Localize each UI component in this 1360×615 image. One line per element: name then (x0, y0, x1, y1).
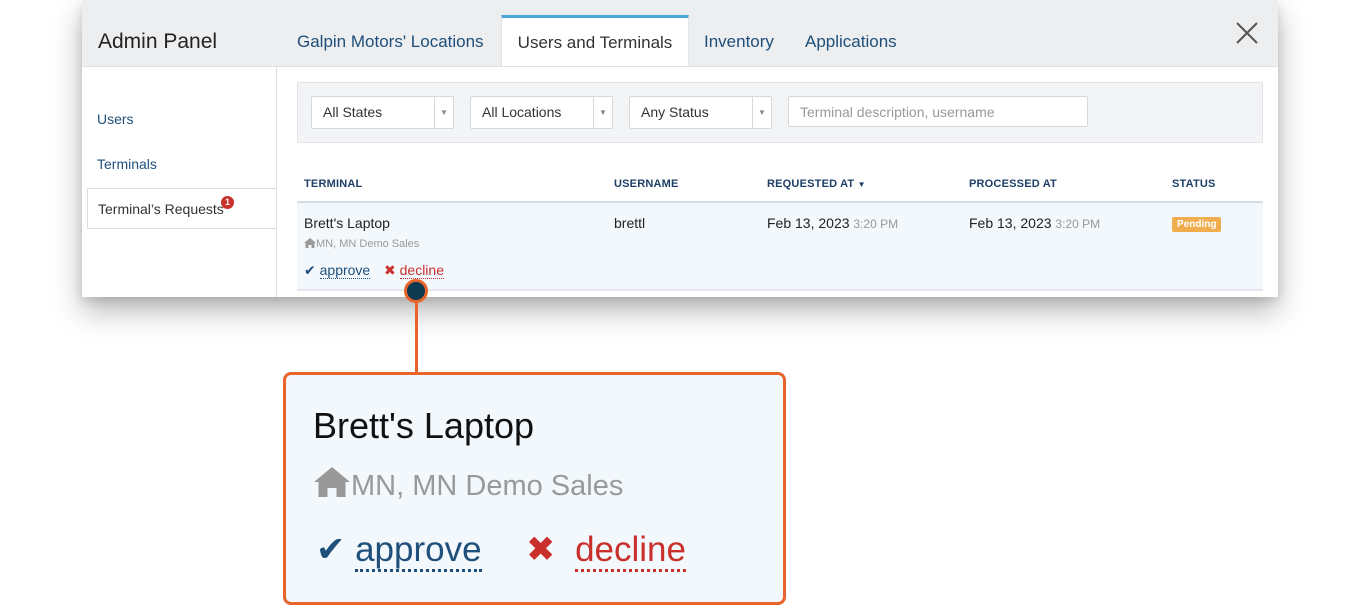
notification-badge: 1 (221, 196, 234, 209)
callout-decline-button[interactable]: ✖ decline (526, 530, 686, 572)
panel-header: Admin Panel Galpin Motors' Locations Use… (82, 0, 1278, 67)
location-text: MN, MN Demo Sales (316, 238, 420, 250)
table-row: Brett's Laptop MN, MN Demo Sales ✔ appro… (297, 203, 1263, 291)
processed-date: Feb 13, 2023 (969, 215, 1052, 231)
callout-location: MN, MN Demo Sales (313, 467, 623, 503)
chevron-down-icon: ▼ (593, 97, 612, 128)
requested-time: 3:20 PM (853, 217, 899, 231)
home-icon (304, 238, 316, 248)
status-select-value: Any Status (641, 104, 709, 120)
decline-button[interactable]: ✖ decline (384, 262, 444, 279)
status-badge: Pending (1172, 217, 1222, 232)
terminal-name: Brett's Laptop (304, 215, 390, 231)
sidebar-item-label: Terminal’s Requests (98, 201, 224, 217)
chevron-down-icon: ▼ (434, 97, 453, 128)
sort-desc-icon: ▼ (857, 180, 866, 189)
callout-decline-label: decline (575, 530, 686, 572)
sidebar: Users Terminals Terminal’s Requests 1 (82, 67, 277, 297)
approve-label: approve (319, 262, 371, 279)
status-select[interactable]: Any Status ▼ (629, 96, 772, 129)
column-header-processed-at[interactable]: PROCESSED AT (969, 178, 1057, 190)
x-icon: ✖ (384, 262, 396, 278)
callout-pin-marker (404, 279, 428, 303)
location-select-value: All Locations (482, 104, 562, 120)
tab-inventory[interactable]: Inventory (704, 16, 774, 66)
column-header-label: REQUESTED AT (767, 178, 855, 190)
sidebar-item-terminals[interactable]: Terminals (97, 156, 157, 172)
processed-at: Feb 13, 2023 3:20 PM (969, 215, 1100, 231)
column-header-terminal[interactable]: TERMINAL (304, 178, 362, 190)
admin-panel-modal: Admin Panel Galpin Motors' Locations Use… (82, 0, 1278, 297)
close-icon (1236, 22, 1258, 44)
tab-applications[interactable]: Applications (805, 16, 897, 66)
x-icon: ✖ (526, 530, 556, 569)
chevron-down-icon: ▼ (752, 97, 771, 128)
filter-bar: All States ▼ All Locations ▼ Any Status … (297, 82, 1263, 143)
location-select[interactable]: All Locations ▼ (470, 96, 613, 129)
search-input[interactable] (788, 96, 1088, 127)
state-select[interactable]: All States ▼ (311, 96, 454, 129)
requested-at: Feb 13, 2023 3:20 PM (767, 215, 898, 231)
checkmark-icon: ✔ (316, 530, 346, 569)
home-icon (314, 467, 350, 497)
close-button[interactable] (1234, 20, 1260, 46)
checkmark-icon: ✔ (304, 262, 316, 278)
sidebar-item-users[interactable]: Users (97, 111, 134, 127)
callout-terminal-name: Brett's Laptop (313, 405, 535, 446)
callout-connector-line (415, 303, 418, 373)
panel-title: Admin Panel (98, 30, 218, 53)
callout-location-text: MN, MN Demo Sales (351, 470, 624, 502)
decline-label: decline (399, 262, 444, 279)
sidebar-item-terminal-requests[interactable]: Terminal’s Requests 1 (87, 188, 276, 229)
column-header-requested-at[interactable]: REQUESTED AT ▼ (767, 178, 866, 190)
tab-locations[interactable]: Galpin Motors' Locations (297, 16, 484, 66)
approve-button[interactable]: ✔ approve (304, 262, 371, 279)
processed-time: 3:20 PM (1055, 217, 1101, 231)
zoom-callout: Brett's Laptop MN, MN Demo Sales ✔ appro… (283, 372, 786, 605)
column-header-username[interactable]: USERNAME (614, 178, 679, 190)
callout-approve-label: approve (355, 530, 482, 572)
username: brettl (614, 215, 646, 231)
terminal-location: MN, MN Demo Sales (304, 238, 419, 250)
tab-users-and-terminals[interactable]: Users and Terminals (501, 15, 689, 66)
state-select-value: All States (323, 104, 383, 120)
callout-approve-button[interactable]: ✔ approve (316, 530, 482, 572)
requested-date: Feb 13, 2023 (767, 215, 850, 231)
column-header-status[interactable]: STATUS (1172, 178, 1216, 190)
